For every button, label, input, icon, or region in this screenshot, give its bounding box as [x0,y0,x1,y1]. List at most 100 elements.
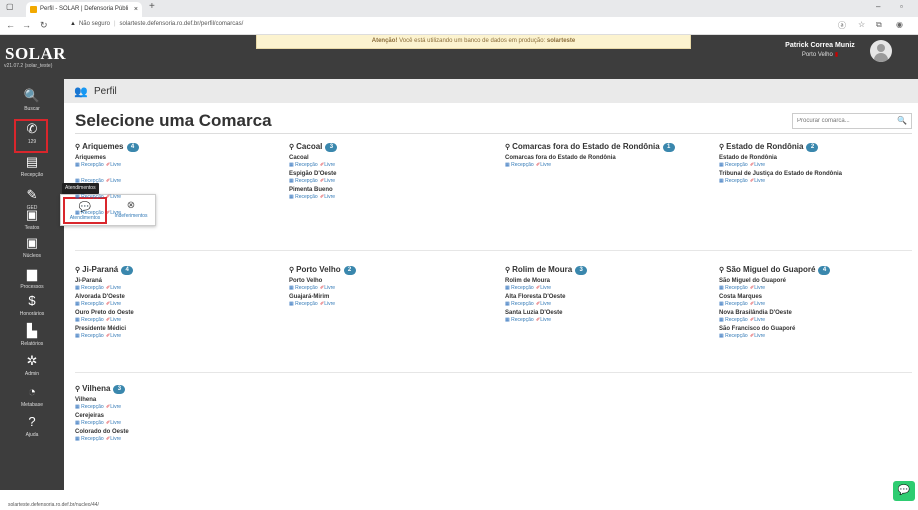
url-field[interactable]: ▲ Não seguro | solarteste.defensoria.ro.def… [70,21,243,27]
reception-link[interactable]: Recepção [81,178,104,184]
comarca-group-header: ⚲ São Miguel do Guaporé 4 [719,264,918,276]
free-link[interactable]: Livre [110,162,121,168]
forward-icon[interactable]: → [22,20,31,30]
institution-icon: ▣ [25,235,39,250]
free-link[interactable]: Livre [324,162,335,168]
reception-link[interactable]: Recepção [295,194,318,200]
window-menu-icon[interactable]: ▢ [6,2,14,11]
divider [75,250,912,251]
comarca-entry: Colorado do Oeste ▦ Recepção ✐Livre [75,428,283,443]
profile-icon[interactable]: ◉ [896,20,903,29]
status-url: solarteste.defensoria.ro.def.br/nucleo/4… [8,502,99,508]
comarca-group-name: Ji-Paraná [82,265,119,274]
free-link[interactable]: Livre [324,285,335,291]
reception-link[interactable]: Recepção [725,285,748,291]
address-bar: ← → ↻ ▲ Não seguro | solarteste.defensoria.… [0,17,918,35]
free-link[interactable]: Livre [540,285,551,291]
reception-link[interactable]: Recepção [81,194,104,200]
free-link[interactable]: Livre [110,285,121,291]
free-link[interactable]: Livre [110,420,121,426]
free-link[interactable]: Livre [754,317,765,323]
comarca-name: Espigão D'Oeste [289,171,337,177]
reception-link[interactable]: Recepção [81,317,104,323]
reception-link[interactable]: Recepção [81,436,104,442]
free-link[interactable]: Livre [324,301,335,307]
favorites-icon[interactable]: ☆ [858,20,865,29]
free-link[interactable]: Livre [110,333,121,339]
reception-link[interactable]: Recepção [81,420,104,426]
free-link[interactable]: Livre [754,333,765,339]
free-link[interactable]: Livre [754,162,765,168]
free-link[interactable]: Livre [110,301,121,307]
comarca-name: São Francisco do Guaporé [719,326,796,332]
search-icon[interactable]: 🔍 [897,116,907,125]
reception-link[interactable]: Recepção [725,162,748,168]
reception-link[interactable]: Recepção [725,301,748,307]
comarca-name [75,202,283,210]
restore-icon[interactable]: ▫ [900,2,903,11]
reception-link[interactable]: Recepção [81,404,104,410]
comarca-links: ▦ Recepção ✐Livre [75,162,283,169]
comarca-group: ⚲ Estado de Rondônia 2 Estado de Rondônia ▦ … [719,141,918,185]
free-link[interactable]: Livre [540,301,551,307]
avatar[interactable] [870,40,892,62]
comarca-links: ▦ Recepção ✐Livre [75,333,283,340]
chart-icon: ▙ [27,323,37,338]
tab-close-icon[interactable]: × [134,2,138,17]
comarca-links: ▦ Recepção ✐Livre [75,178,283,185]
sidebar-item[interactable]: ? Ajuda [0,410,64,450]
user-location[interactable]: Porto Velho ▮ [760,51,880,58]
comarca-name: Vilhena [75,397,97,403]
reception-link[interactable]: Recepção [81,162,104,168]
comarca-name: Nova Brasilândia D'Oeste [719,310,792,316]
reception-link[interactable]: Recepção [295,178,318,184]
free-link[interactable]: Livre [110,317,121,323]
reception-link[interactable]: Recepção [511,301,534,307]
free-link[interactable]: Livre [110,178,121,184]
app-logo[interactable]: SOLAR [5,44,66,64]
comarca-group: ⚲ Ji-Paraná 4 Ji-Paraná ▦ Recepção ✐Livre Alv… [75,264,283,340]
free-link[interactable]: Livre [540,317,551,323]
reception-link[interactable]: Recepção [725,333,748,339]
free-link[interactable]: Livre [110,210,121,216]
user-name[interactable]: Patrick Correa Muniz [760,42,880,49]
reception-link[interactable]: Recepção [295,285,318,291]
comarca-links: ▦ Recepção ✐Livre [75,285,283,292]
reception-link[interactable]: Recepção [511,285,534,291]
read-aloud-icon[interactable]: ⓐ [838,20,846,31]
map-marker-icon: ⚲ [505,144,511,151]
collections-icon[interactable]: ⧉ [876,20,882,30]
chat-widget-icon[interactable]: 💬 [893,481,915,501]
reception-link[interactable]: Recepção [725,178,748,184]
url-text: solarteste.defensoria.ro.def.br/perfil/c… [119,21,244,27]
free-link[interactable]: Livre [110,194,121,200]
browser-tab[interactable]: Perfil - SOLAR | Defensoria Públi × [26,2,142,17]
back-icon[interactable]: ← [6,20,15,30]
comarca-entry: Ariquemes ▦ Recepção ✐Livre [75,154,283,169]
reload-icon[interactable]: ↻ [40,20,48,31]
reception-link[interactable]: Recepção [295,301,318,307]
reception-link[interactable]: Recepção [725,317,748,323]
comarca-search-input[interactable] [793,114,893,128]
free-link[interactable]: Livre [754,178,765,184]
comarca-entry: Santa Luzia D'Oeste ▦ Recepção ✐Livre [505,309,713,324]
reception-link[interactable]: Recepção [81,285,104,291]
free-link[interactable]: Livre [324,178,335,184]
reception-link[interactable]: Recepção [511,162,534,168]
reception-link[interactable]: Recepção [511,317,534,323]
new-tab-icon[interactable]: + [149,1,155,12]
minimize-icon[interactable]: – [876,2,880,11]
free-link[interactable]: Livre [754,301,765,307]
comarca-links: ▦ Recepção ✐Livre [719,285,918,292]
reception-link[interactable]: Recepção [81,210,104,216]
free-link[interactable]: Livre [540,162,551,168]
comarca-name: Porto Velho [289,278,323,284]
free-link[interactable]: Livre [754,285,765,291]
reception-link[interactable]: Recepção [295,162,318,168]
free-link[interactable]: Livre [110,436,121,442]
reception-link[interactable]: Recepção [81,301,104,307]
free-link[interactable]: Livre [324,194,335,200]
reception-link[interactable]: Recepção [81,333,104,339]
count-badge: 3 [113,385,126,394]
free-link[interactable]: Livre [110,404,121,410]
